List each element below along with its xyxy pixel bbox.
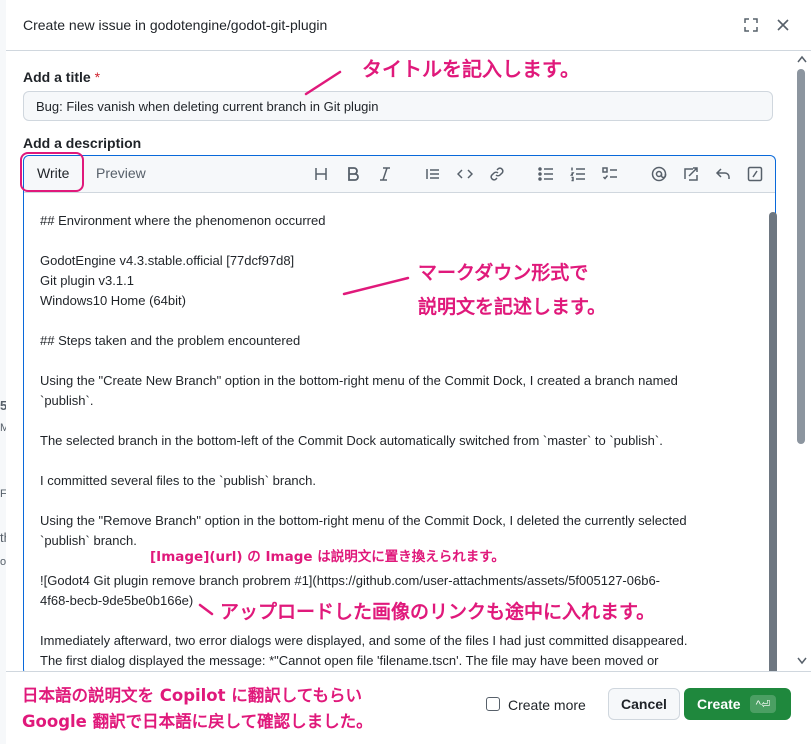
description-line: I committed several files to the `publis… bbox=[40, 473, 317, 488]
dialog-content: Add a title * Add a description Write Pr… bbox=[6, 51, 811, 671]
description-label: Add a description bbox=[23, 135, 142, 151]
description-line bbox=[40, 311, 759, 331]
dialog-title: Create new issue in godotengine/godot-gi… bbox=[23, 17, 328, 33]
description-line bbox=[40, 351, 759, 371]
description-line bbox=[40, 491, 759, 511]
ordered-list-icon[interactable] bbox=[568, 164, 588, 184]
description-line: ![Godot4 Git plugin remove branch probre… bbox=[40, 573, 661, 588]
description-line bbox=[40, 451, 759, 471]
description-line: Immediately afterward, two error dialogs… bbox=[40, 633, 688, 648]
cancel-button[interactable]: Cancel bbox=[608, 688, 680, 720]
title-label-text: Add a title bbox=[23, 69, 91, 85]
create-more-label[interactable]: Create more bbox=[508, 697, 586, 713]
quote-icon[interactable] bbox=[423, 164, 443, 184]
description-line: The first dialog displayed the message: … bbox=[40, 653, 659, 668]
reply-icon[interactable] bbox=[713, 164, 733, 184]
link-icon[interactable] bbox=[487, 164, 507, 184]
scroll-up-icon[interactable] bbox=[797, 55, 807, 63]
description-line: GodotEngine v4.3.stable.official [77dcf9… bbox=[40, 253, 295, 268]
description-editor: Write Preview ## Environment where the p… bbox=[23, 155, 777, 671]
bottom-annotation-line2: Google 翻訳で日本語に戻して確認しました。 bbox=[22, 712, 373, 731]
description-line bbox=[40, 411, 759, 431]
unordered-list-icon[interactable] bbox=[536, 164, 556, 184]
slash-command-icon[interactable] bbox=[745, 164, 765, 184]
description-line: Using the "Create New Branch" option in … bbox=[40, 373, 678, 388]
dialog-scrollbar-thumb[interactable] bbox=[797, 69, 805, 444]
mention-icon[interactable] bbox=[649, 164, 669, 184]
create-issue-dialog: Create new issue in godotengine/godot-gi… bbox=[6, 0, 811, 745]
create-more-checkbox[interactable] bbox=[486, 697, 500, 711]
required-mark: * bbox=[94, 69, 101, 85]
code-icon[interactable] bbox=[455, 164, 475, 184]
italic-icon[interactable] bbox=[375, 164, 395, 184]
description-line: Windows10 Home (64bit) bbox=[40, 293, 186, 308]
title-label: Add a title * bbox=[23, 69, 100, 85]
markdown-annotation-line2: 説明文を記述します。 bbox=[418, 296, 607, 318]
tab-preview[interactable]: Preview bbox=[96, 165, 146, 181]
description-line: ## Steps taken and the problem encounter… bbox=[40, 333, 301, 348]
close-icon[interactable] bbox=[772, 14, 794, 36]
create-button-label: Create bbox=[697, 696, 741, 712]
description-line: Using the "Remove Branch" option in the … bbox=[40, 513, 687, 528]
heading-icon[interactable] bbox=[311, 164, 331, 184]
description-line: The selected branch in the bottom-left o… bbox=[40, 433, 663, 448]
create-shortcut-hint: ^⏎ bbox=[750, 695, 776, 713]
markdown-annotation-line1: マークダウン形式で bbox=[418, 262, 589, 284]
write-tab-highlight bbox=[20, 152, 84, 192]
dialog-scrollbar[interactable] bbox=[793, 51, 811, 671]
link-annotation: アップロードした画像のリンクも途中に入れます。 bbox=[220, 601, 656, 623]
create-button[interactable]: Create ^⏎ bbox=[684, 688, 791, 720]
bottom-annotation-line1: 日本語の説明文を Copilot に翻訳してもらい bbox=[22, 686, 362, 705]
scroll-down-icon[interactable] bbox=[797, 657, 807, 665]
fullscreen-icon[interactable] bbox=[740, 14, 762, 36]
bold-icon[interactable] bbox=[343, 164, 363, 184]
task-list-icon[interactable] bbox=[600, 164, 620, 184]
title-annotation: タイトルを記入します。 bbox=[362, 57, 580, 81]
title-input[interactable] bbox=[23, 91, 773, 121]
description-line: `publish`. bbox=[40, 393, 94, 408]
editor-scrollbar-thumb[interactable] bbox=[769, 212, 777, 671]
reference-icon[interactable] bbox=[681, 164, 701, 184]
description-line bbox=[40, 231, 759, 251]
image-annotation: [Image](url) の Image は説明文に置き換えられます。 bbox=[150, 549, 505, 565]
dialog-header: Create new issue in godotengine/godot-gi… bbox=[6, 0, 811, 51]
editor-scrollbar[interactable] bbox=[769, 212, 777, 671]
description-line: Git plugin v3.1.1 bbox=[40, 273, 134, 288]
description-line: ## Environment where the phenomenon occu… bbox=[40, 213, 326, 228]
editor-toolbar: Write Preview bbox=[24, 156, 775, 193]
